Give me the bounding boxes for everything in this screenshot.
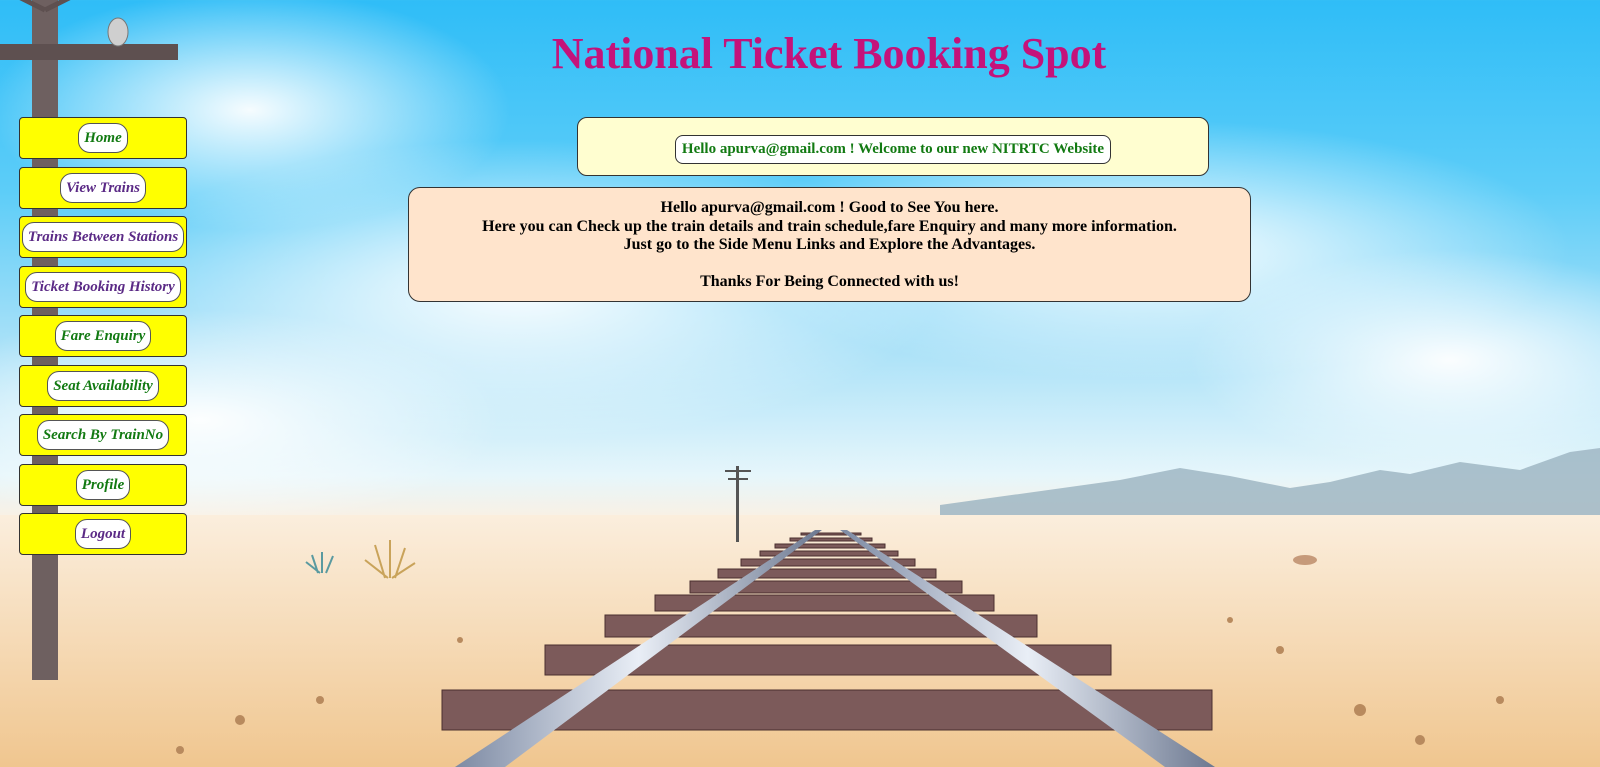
sidebar-item-home[interactable]: Home	[19, 117, 187, 159]
fare-enquiry-link[interactable]: Fare Enquiry	[54, 321, 152, 351]
sidebar-item-fare-enquiry[interactable]: Fare Enquiry	[19, 315, 187, 357]
sidebar-item-trains-between-stations[interactable]: Trains Between Stations	[19, 216, 187, 258]
view-trains-link[interactable]: View Trains	[59, 172, 147, 203]
trains-between-stations-link[interactable]: Trains Between Stations	[21, 222, 185, 252]
railway-background-image	[0, 0, 1600, 767]
home-link[interactable]: Home	[78, 123, 128, 153]
welcome-message: Hello apurva@gmail.com ! Welcome to our …	[674, 135, 1112, 164]
info-thanks: Thanks For Being Connected with us!	[700, 273, 959, 290]
sidebar-item-seat-availability[interactable]: Seat Availability	[19, 364, 187, 407]
search-by-trainno-link[interactable]: Search By TrainNo	[36, 420, 170, 450]
info-description: Here you can Check up the train details …	[482, 217, 1177, 235]
seat-availability-link[interactable]: Seat Availability	[47, 370, 159, 401]
info-instruction: Just go to the Side Menu Links and Explo…	[623, 236, 1036, 253]
sidebar-item-profile[interactable]: Profile	[19, 463, 187, 506]
page-title: National Ticket Booking Spot	[551, 29, 1107, 78]
sidebar-item-ticket-booking-history[interactable]: Ticket Booking History	[19, 265, 187, 308]
profile-link[interactable]: Profile	[75, 469, 131, 500]
sidebar-item-search-by-trainno[interactable]: Search By TrainNo	[19, 414, 187, 456]
logout-link[interactable]: Logout	[74, 519, 132, 549]
info-panel: Hello apurva@gmail.com ! Good to See You…	[408, 187, 1251, 302]
sidebar-item-view-trains[interactable]: View Trains	[19, 166, 187, 209]
welcome-banner: Hello apurva@gmail.com ! Welcome to our …	[577, 117, 1209, 176]
sidebar-item-logout[interactable]: Logout	[19, 513, 187, 555]
side-menu: Home View Trains Trains Between Stations…	[19, 117, 187, 563]
info-greeting: Hello apurva@gmail.com ! Good to See You…	[660, 199, 999, 216]
ticket-booking-history-link[interactable]: Ticket Booking History	[25, 271, 181, 302]
